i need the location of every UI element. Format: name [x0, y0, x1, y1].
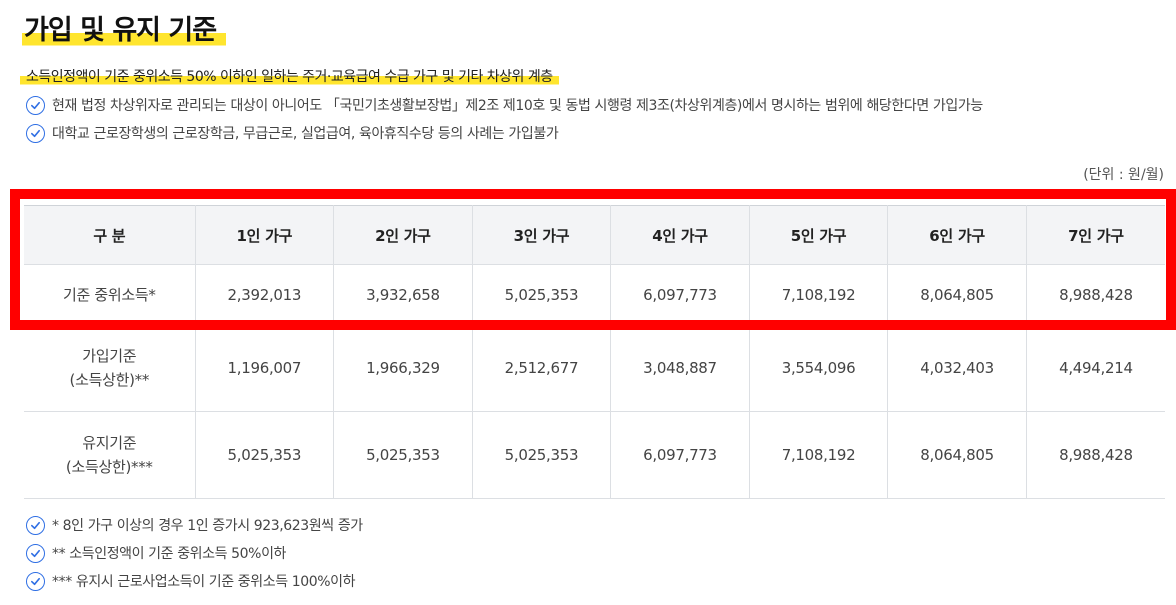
table-cell: 2,512,677 — [471, 324, 611, 412]
table-cell: 3,048,887 — [610, 324, 750, 412]
table-cell: 8,988,428 — [1025, 411, 1165, 499]
check-circle-icon — [26, 95, 45, 115]
footnote-text: ** 소득인정액이 기준 중위소득 50%이하 — [52, 546, 287, 562]
row-label: 가입기준 (소득상한)** — [24, 324, 196, 412]
table-cell: 7,108,192 — [748, 411, 888, 499]
table-cell: 4,494,214 — [1025, 324, 1165, 412]
note-item: 대학교 근로장학생의 근로장학금, 무급근로, 실업급여, 육아휴직수당 등의 … — [26, 119, 983, 147]
footnote-item: ** 소득인정액이 기준 중위소득 50%이하 — [26, 539, 363, 567]
table-cell: 6,097,773 — [610, 411, 750, 499]
title-wrap: 가입 및 유지 기준 — [22, 12, 227, 50]
footnote-item: * 8인 가구 이상의 경우 1인 증가시 923,623원씩 증가 — [26, 511, 363, 539]
row-label: 유지기준 (소득상한)*** — [24, 411, 196, 499]
table-row: 유지기준 (소득상한)*** 5,025,353 5,025,353 5,025,… — [24, 411, 1165, 499]
row-label-line: (소득상한)** — [69, 371, 150, 389]
table-cell: 5,025,353 — [194, 411, 334, 499]
footnote-item: *** 유지시 근로사업소득이 기준 중위소득 100%이하 — [26, 567, 363, 595]
top-notes-list: 현재 법정 차상위자로 관리되는 대상이 아니어도 「국민기초생활보장법」제2조… — [26, 91, 983, 147]
footnote-text: * 8인 가구 이상의 경우 1인 증가시 923,623원씩 증가 — [52, 518, 363, 534]
check-circle-icon — [26, 515, 45, 535]
table-row: 가입기준 (소득상한)** 1,196,007 1,966,329 2,512,6… — [24, 324, 1165, 412]
check-circle-icon — [26, 543, 45, 563]
unit-label: (단위 : 원/월) — [1083, 167, 1164, 183]
note-text: 대학교 근로장학생의 근로장학금, 무급근로, 실업급여, 육아휴직수당 등의 … — [52, 126, 559, 142]
check-circle-icon — [26, 571, 45, 591]
row-label-line: 유지기준 — [82, 434, 137, 452]
note-item: 현재 법정 차상위자로 관리되는 대상이 아니어도 「국민기초생활보장법」제2조… — [26, 91, 983, 119]
eligibility-subtitle: 소득인정액이 기준 중위소득 50% 이하인 일하는 주거·교육급여 수급 가구… — [20, 66, 559, 88]
red-highlight-box — [10, 189, 1176, 330]
row-label-line: 가입기준 — [82, 347, 137, 365]
subtitle-wrap: 소득인정액이 기준 중위소득 50% 이하인 일하는 주거·교육급여 수급 가구… — [20, 66, 559, 88]
table-cell: 1,966,329 — [333, 324, 473, 412]
table-cell: 5,025,353 — [333, 411, 473, 499]
footnotes-list: * 8인 가구 이상의 경우 1인 증가시 923,623원씩 증가 ** 소득… — [26, 511, 363, 595]
note-text: 현재 법정 차상위자로 관리되는 대상이 아니어도 「국민기초생활보장법」제2조… — [52, 98, 983, 114]
footnote-text: *** 유지시 근로사업소득이 기준 중위소득 100%이하 — [52, 574, 356, 590]
table-cell: 4,032,403 — [887, 324, 1027, 412]
check-circle-icon — [26, 123, 45, 143]
table-cell: 3,554,096 — [748, 324, 888, 412]
table-cell: 5,025,353 — [471, 411, 611, 499]
row-label-line: (소득상한)*** — [65, 458, 153, 476]
table-cell: 1,196,007 — [194, 324, 334, 412]
table-cell: 8,064,805 — [887, 411, 1027, 499]
page-title: 가입 및 유지 기준 — [22, 12, 227, 50]
